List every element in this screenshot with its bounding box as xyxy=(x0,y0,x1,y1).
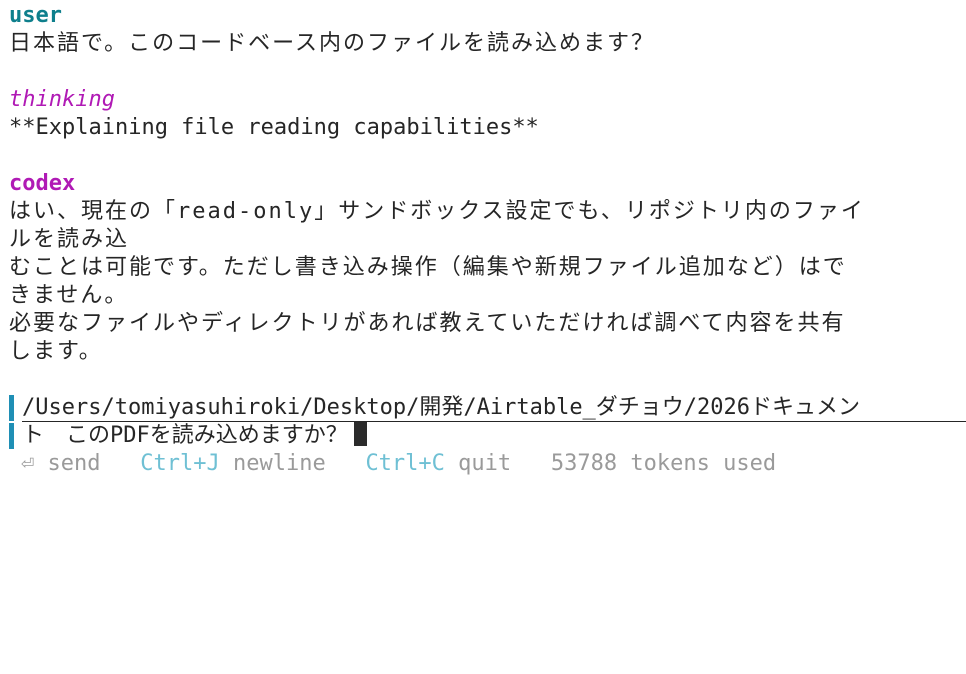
composer-accent-bar xyxy=(9,395,14,421)
newline-shortcut-key: Ctrl+J xyxy=(140,451,220,476)
user-message: 日本語で。このコードベース内のファイルを読み込めます？ xyxy=(9,31,656,56)
terminal-window: user 日本語で。このコードベース内のファイルを読み込めます？ thinkin… xyxy=(0,0,966,674)
newline-hint-label: newline xyxy=(232,451,326,476)
composer-text[interactable]: ト このPDFを読み込めますか？ xyxy=(22,423,348,448)
codex-message-line: ルを読み込 xyxy=(9,227,130,252)
keyboard-hints-bar: ⏎ send Ctrl+J newline Ctrl+C quit 53788 … xyxy=(21,450,776,478)
token-usage-counter: 53788 tokens used xyxy=(550,451,777,476)
composer-input[interactable]: /Users/tomiyasuhiroki/Desktop/開発/Airtabl… xyxy=(9,394,966,450)
composer-text-line[interactable]: ト このPDFを読み込めますか？ xyxy=(22,422,367,450)
composer-text-line[interactable]: /Users/tomiyasuhiroki/Desktop/開発/Airtabl… xyxy=(22,394,860,422)
quit-shortcut-key: Ctrl+C xyxy=(365,451,445,476)
user-role-label: user xyxy=(9,3,62,28)
codex-message-line: むことは可能です。ただし書き込み操作（編集や新規ファイル追加など）はで xyxy=(9,255,847,280)
codex-message-line: します。 xyxy=(9,339,103,364)
quit-hint-label: quit xyxy=(458,451,512,476)
codex-message-line: はい、現在の「read-only」サンドボックス設定でも、リポジトリ内のファイ xyxy=(9,199,865,224)
codex-message-line: 必要なファイルやディレクトリがあれば教えていただければ調べて内容を共有 xyxy=(9,311,846,336)
thinking-role-label: thinking xyxy=(9,87,115,112)
codex-message-line: きません。 xyxy=(9,283,129,308)
enter-icon: ⏎ xyxy=(21,451,35,476)
send-hint-label: send xyxy=(47,451,101,476)
text-cursor xyxy=(353,422,367,446)
codex-role-label: codex xyxy=(9,171,76,196)
composer-accent-bar xyxy=(9,423,14,449)
thinking-message: **Explaining file reading capabilities** xyxy=(9,115,539,140)
